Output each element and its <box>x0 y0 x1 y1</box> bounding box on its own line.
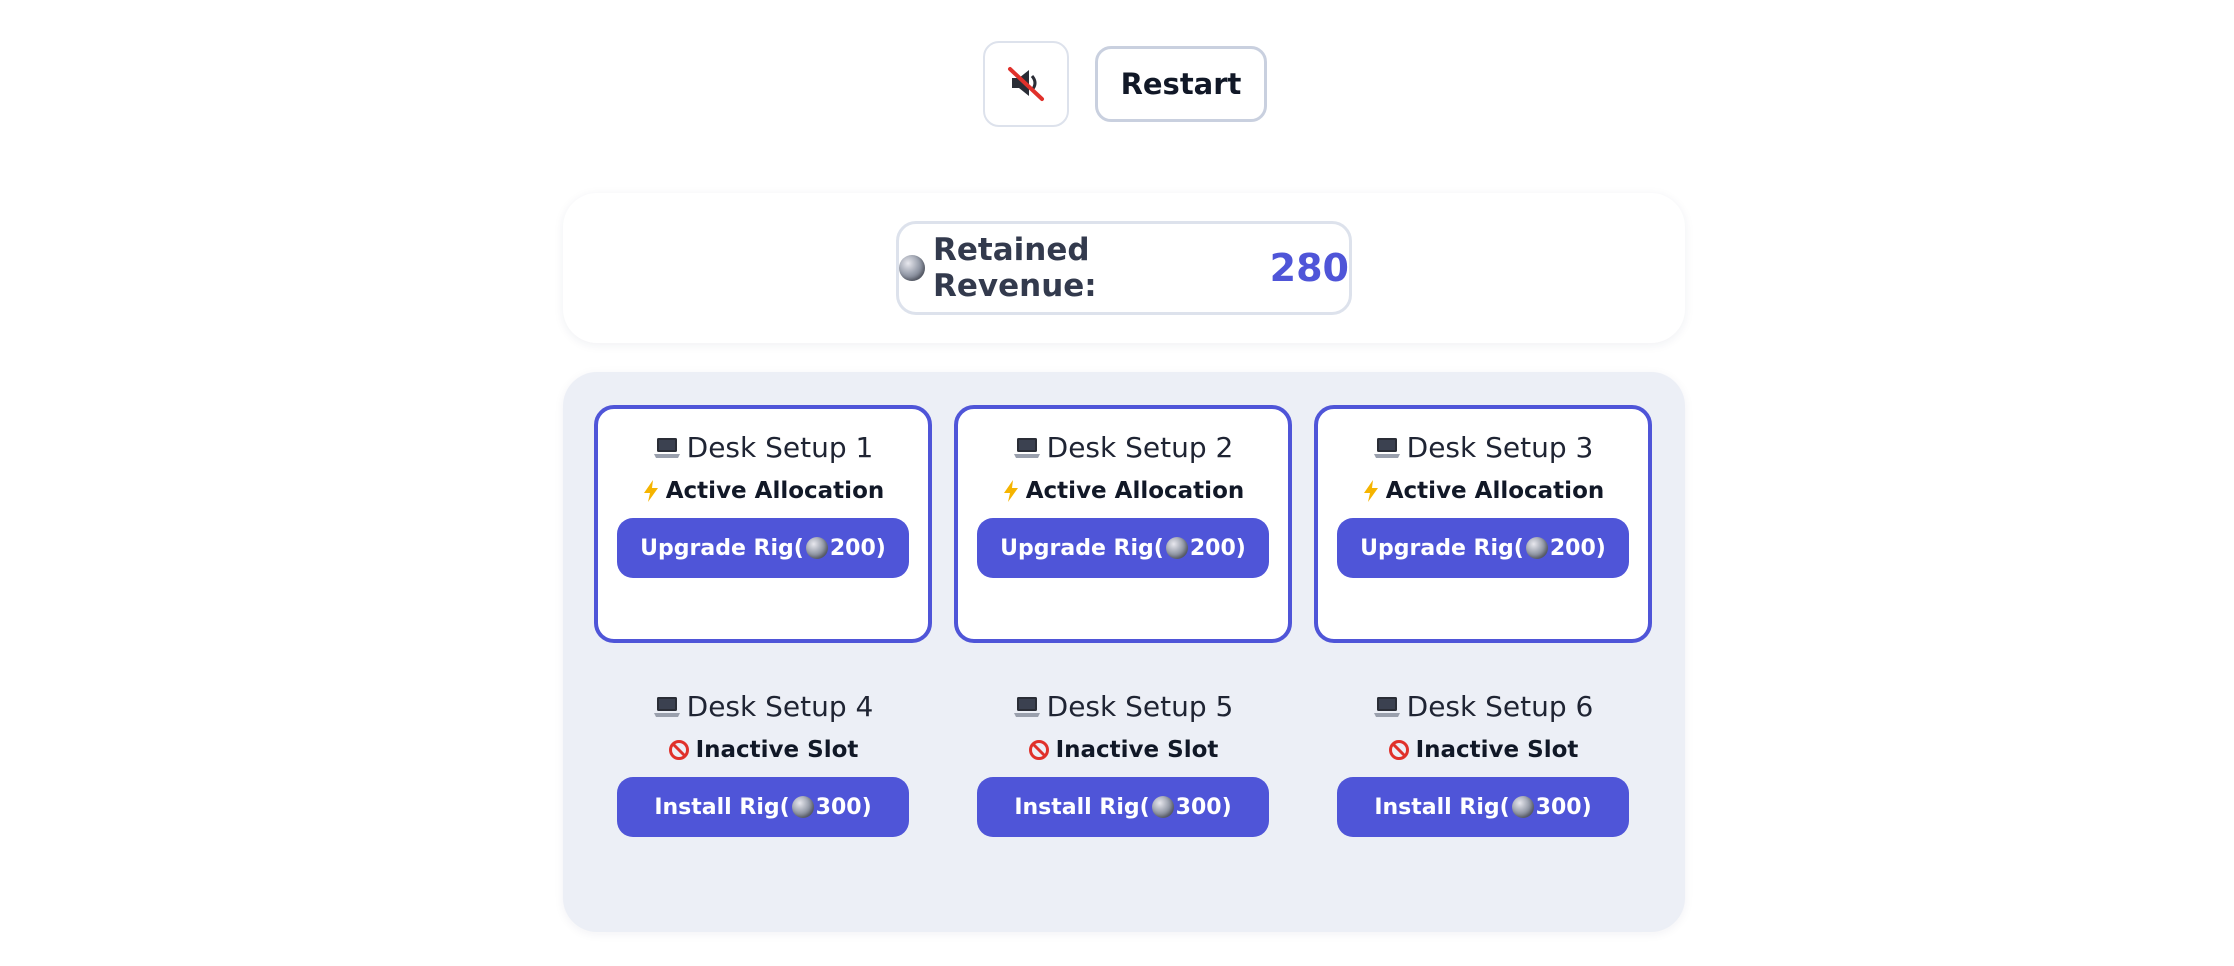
coin-icon <box>1165 537 1188 559</box>
prohibited-icon <box>1028 739 1050 761</box>
prohibited-icon <box>668 739 690 761</box>
upgrade-rig-button[interactable]: Upgrade Rig( 200) <box>977 518 1269 578</box>
laptop-icon <box>653 436 681 460</box>
desk-title-text: Desk Setup 5 <box>1046 690 1234 723</box>
desk-title-text: Desk Setup 4 <box>686 690 874 723</box>
desk-card: Desk Setup 5 Inactive Slot Install Rig( 300… <box>954 664 1292 902</box>
laptop-icon <box>1373 436 1401 460</box>
desk-title-text: Desk Setup 2 <box>1046 431 1234 464</box>
action-suffix: ) <box>1595 535 1606 561</box>
desk-status: Inactive Slot <box>1028 737 1219 763</box>
desk-status-text: Inactive Slot <box>1055 737 1219 763</box>
desk-title-text: Desk Setup 1 <box>686 431 874 464</box>
desk-status: Inactive Slot <box>1388 737 1579 763</box>
desk-card: Desk Setup 1 Active Allocation Upgrade Rig… <box>594 405 932 643</box>
desk-title: Desk Setup 5 <box>1013 690 1234 723</box>
revenue-panel: Retained Revenue: 280 <box>563 193 1685 343</box>
desk-status-text: Active Allocation <box>665 478 885 504</box>
desk-status-text: Inactive Slot <box>695 737 859 763</box>
desk-title: Desk Setup 3 <box>1373 431 1594 464</box>
prohibited-icon <box>1388 739 1410 761</box>
coin-icon <box>791 796 814 818</box>
top-controls: Restart <box>0 40 2234 128</box>
action-label: Upgrade Rig( <box>1000 535 1164 561</box>
action-suffix: ) <box>1221 794 1232 820</box>
action-suffix: ) <box>1235 535 1246 561</box>
desk-status-text: Active Allocation <box>1385 478 1605 504</box>
laptop-icon <box>1373 695 1401 719</box>
desk-card: Desk Setup 2 Active Allocation Upgrade Rig… <box>954 405 1292 643</box>
action-label: Install Rig( <box>1374 794 1510 820</box>
desk-title-text: Desk Setup 3 <box>1406 431 1594 464</box>
desk-status-text: Inactive Slot <box>1415 737 1579 763</box>
action-label: Install Rig( <box>1014 794 1150 820</box>
desk-status: Active Allocation <box>1002 478 1245 504</box>
desk-title: Desk Setup 2 <box>1013 431 1234 464</box>
desk-card: Desk Setup 3 Active Allocation Upgrade Rig… <box>1314 405 1652 643</box>
desk-card: Desk Setup 6 Inactive Slot Install Rig( 300… <box>1314 664 1652 902</box>
coin-icon <box>1511 796 1534 818</box>
lightning-icon <box>642 479 660 503</box>
action-cost: 200 <box>1189 535 1236 561</box>
lightning-icon <box>1362 479 1380 503</box>
coin-icon <box>1151 796 1174 818</box>
revenue-label-group: Retained Revenue: <box>899 232 1254 304</box>
coin-icon <box>1525 537 1548 559</box>
revenue-value: 280 <box>1269 246 1349 290</box>
desk-status: Active Allocation <box>642 478 885 504</box>
action-suffix: ) <box>861 794 872 820</box>
restart-button[interactable]: Restart <box>1095 46 1267 122</box>
install-rig-button[interactable]: Install Rig( 300) <box>617 777 909 837</box>
desk-status-text: Active Allocation <box>1025 478 1245 504</box>
upgrade-rig-button[interactable]: Upgrade Rig( 200) <box>617 518 909 578</box>
upgrade-rig-button[interactable]: Upgrade Rig( 200) <box>1337 518 1629 578</box>
action-suffix: ) <box>875 535 886 561</box>
action-cost: 200 <box>829 535 876 561</box>
laptop-icon <box>653 695 681 719</box>
laptop-icon <box>1013 436 1041 460</box>
desk-title: Desk Setup 6 <box>1373 690 1594 723</box>
install-rig-button[interactable]: Install Rig( 300) <box>977 777 1269 837</box>
coin-icon <box>899 255 925 281</box>
lightning-icon <box>1002 479 1020 503</box>
desk-status: Inactive Slot <box>668 737 859 763</box>
action-cost: 300 <box>1535 794 1582 820</box>
action-cost: 300 <box>815 794 862 820</box>
desk-title: Desk Setup 4 <box>653 690 874 723</box>
desk-title-text: Desk Setup 6 <box>1406 690 1594 723</box>
coin-icon <box>805 537 828 559</box>
action-label: Upgrade Rig( <box>640 535 804 561</box>
action-cost: 200 <box>1549 535 1596 561</box>
sound-toggle-button[interactable] <box>983 41 1069 127</box>
desk-status: Active Allocation <box>1362 478 1605 504</box>
laptop-icon <box>1013 695 1041 719</box>
action-label: Upgrade Rig( <box>1360 535 1524 561</box>
revenue-display: Retained Revenue: 280 <box>896 221 1352 315</box>
desk-grid: Desk Setup 1 Active Allocation Upgrade Rig… <box>563 372 1685 932</box>
revenue-label: Retained Revenue: <box>933 232 1097 304</box>
action-label: Install Rig( <box>654 794 790 820</box>
desk-title: Desk Setup 1 <box>653 431 874 464</box>
install-rig-button[interactable]: Install Rig( 300) <box>1337 777 1629 837</box>
desk-card: Desk Setup 4 Inactive Slot Install Rig( 300… <box>594 664 932 902</box>
muted-speaker-icon <box>1004 61 1048 108</box>
action-cost: 300 <box>1175 794 1222 820</box>
action-suffix: ) <box>1581 794 1592 820</box>
game-screen: Restart Retained Revenue: 280 Desk Setup… <box>0 0 2234 966</box>
